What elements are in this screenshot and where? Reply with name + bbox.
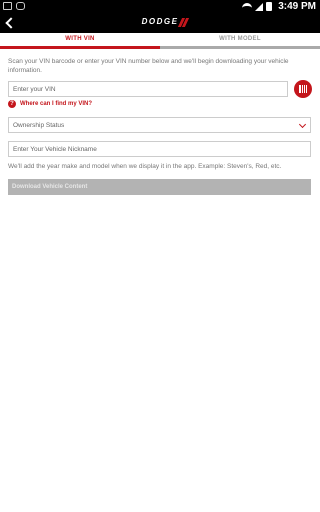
tab-with-vin[interactable]: WITH VIN [0, 33, 160, 49]
nickname-note: We'll add the year make and model when w… [8, 163, 282, 170]
wifi-icon [242, 2, 253, 11]
ownership-status-select[interactable]: Ownership Status [8, 117, 311, 133]
vin-help-link[interactable]: ? Where can I find my VIN? [8, 100, 92, 108]
vin-help-label: Where can I find my VIN? [20, 101, 93, 107]
image-icon [3, 2, 12, 10]
app-bar: DODGE [0, 13, 320, 33]
message-icon [16, 2, 25, 10]
vehicle-nickname-input[interactable]: Enter Your Vehicle Nickname [8, 141, 311, 157]
barcode-scan-button[interactable] [294, 80, 312, 98]
chevron-down-icon [298, 120, 307, 129]
status-time: 3:49 PM [278, 1, 316, 12]
tab-bar: WITH VIN WITH MODEL [0, 33, 320, 49]
signal-icon [255, 2, 264, 11]
question-icon: ? [8, 100, 16, 108]
tab-with-model[interactable]: WITH MODEL [160, 33, 320, 49]
intro-text: Scan your VIN barcode or enter your VIN … [8, 58, 289, 74]
status-bar: 3:49 PM [0, 0, 320, 13]
brand-stripes-icon [177, 18, 190, 27]
download-content-button[interactable]: Download Vehicle Content [8, 179, 311, 195]
vin-input[interactable]: Enter your VIN [8, 81, 288, 97]
ownership-status-label: Ownership Status [13, 122, 65, 129]
brand-logo-text: DODGE [141, 17, 179, 26]
barcode-icon [299, 85, 307, 93]
battery-icon [266, 2, 273, 11]
